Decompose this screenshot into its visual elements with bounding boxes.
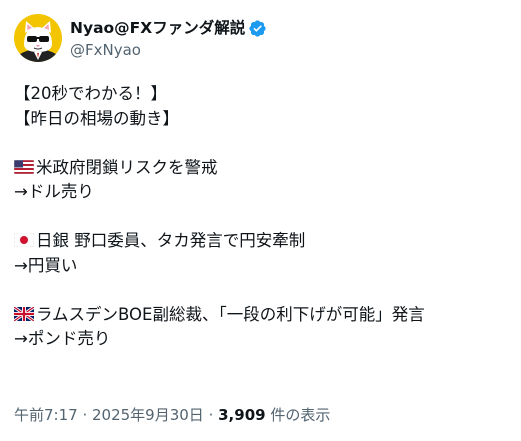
- text-line: 【昨日の相場の動き】: [14, 108, 179, 128]
- text-line: →ポンド売り: [14, 329, 111, 348]
- avatar[interactable]: [14, 14, 62, 62]
- views-link[interactable]: 3,909 件の表示: [218, 406, 330, 424]
- verified-badge-icon: [248, 19, 267, 38]
- text-line-uk-content: ラムスデンBOE副総裁、「一段の利下げが可能」発言: [36, 304, 425, 324]
- text-line-us-content: 米政府閉鎖リスクを警戒: [36, 157, 218, 177]
- separator: ·: [77, 406, 92, 424]
- tweet: Nyao@FXファンダ解説 @FxNyao 【20秒でわかる！】 【昨日の相場の…: [0, 0, 521, 441]
- display-name-row: Nyao@FXファンダ解説: [70, 17, 267, 39]
- views-label: 件の表示: [265, 406, 331, 424]
- cat-avatar-icon: [14, 14, 62, 62]
- timestamp-link[interactable]: 午前7:17 · 2025年9月30日: [14, 406, 204, 424]
- tweet-time: 午前7:17: [14, 406, 78, 424]
- text-line: 【20秒でわかる！】: [14, 84, 167, 103]
- display-name[interactable]: Nyao@FXファンダ解説: [70, 18, 245, 38]
- text-line-jp: 日銀 野口委員、タカ発言で円安牽制: [13, 229, 514, 254]
- text-line-us: 米政府閉鎖リスクを警戒: [13, 156, 514, 181]
- tweet-meta: 午前7:17 · 2025年9月30日 · 3,909 件の表示: [14, 404, 330, 425]
- tweet-date: 2025年9月30日: [92, 406, 204, 424]
- us-flag-icon: [13, 157, 35, 174]
- tweet-header: Nyao@FXファンダ解説 @FxNyao: [14, 14, 267, 62]
- author-names: Nyao@FXファンダ解説 @FxNyao: [70, 17, 267, 60]
- jp-flag-icon: [13, 230, 35, 248]
- text-line: →ドル売り: [14, 182, 94, 201]
- text-line-jp-content: 日銀 野口委員、タカ発言で円安牽制: [36, 231, 306, 250]
- tweet-text: 【20秒でわかる！】 【昨日の相場の動き】 米政府閉鎖リスクを警戒 →ドル売り: [13, 82, 514, 352]
- uk-flag-icon: [13, 304, 35, 322]
- views-count: 3,909: [218, 406, 266, 424]
- separator: ·: [203, 406, 219, 424]
- text-line: →円買い: [14, 255, 78, 275]
- handle[interactable]: @FxNyao: [70, 40, 267, 60]
- text-line-uk: ラムスデンBOE副総裁、「一段の利下げが可能」発言: [13, 303, 514, 328]
